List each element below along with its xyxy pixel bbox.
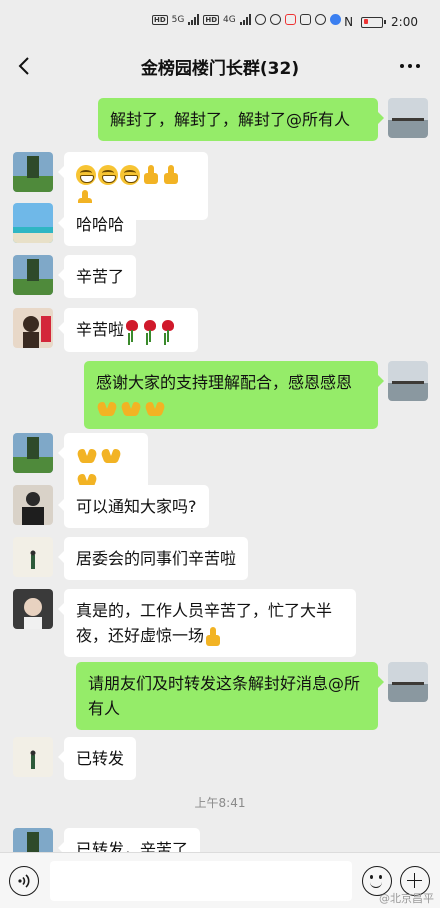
member-avatar[interactable] [13, 589, 53, 629]
minimal-figure-avatar [13, 737, 53, 777]
notification-icon [284, 14, 296, 25]
signal-icon-2 [239, 14, 251, 25]
network-5g-label: 5G [171, 14, 185, 25]
hd-badge: HD [152, 14, 168, 25]
more-icon-dot [408, 64, 412, 68]
minimal-figure-avatar [13, 537, 53, 577]
pray-emoji [120, 400, 142, 418]
member-avatar[interactable] [13, 255, 53, 295]
my-avatar[interactable] [388, 662, 428, 702]
member-avatar[interactable] [13, 203, 53, 243]
beach-avatar [13, 203, 53, 243]
message-text: 解封了，解封了，解封了@所有人 [110, 110, 351, 129]
voice-input-button[interactable] [9, 866, 39, 896]
wifi-icon [254, 14, 266, 25]
member-avatar[interactable] [13, 485, 53, 525]
pray-emoji [144, 400, 166, 418]
chevron-left-icon [18, 57, 29, 75]
trees-field-avatar [13, 433, 53, 473]
record-icon [314, 14, 326, 25]
browser-icon [329, 14, 341, 25]
hd-badge-2: HD [203, 14, 220, 25]
child-avatar [13, 589, 53, 629]
message-bubble-out[interactable]: 解封了，解封了，解封了@所有人 [98, 98, 384, 141]
trees-field-avatar [13, 255, 53, 295]
chat-header: 金榜园楼门长群(32) [0, 44, 440, 88]
message-bubble-in[interactable]: 辛苦了 [57, 255, 137, 298]
message-bubble-in[interactable]: 辛苦啦 [58, 308, 198, 352]
message-text: 居委会的同事们辛苦啦 [76, 549, 237, 568]
clock: 2:00 [391, 15, 418, 29]
more-icon-dot [400, 64, 404, 68]
lake-sunset-avatar [388, 98, 428, 138]
app-icon [299, 14, 311, 25]
person-dark-avatar [13, 485, 53, 525]
back-button[interactable] [10, 52, 38, 80]
member-avatar[interactable] [13, 737, 53, 777]
message-text: 辛苦啦 [76, 320, 125, 339]
message-text: 哈哈哈 [76, 215, 125, 234]
message-bubble-in[interactable]: 已转发 [57, 737, 137, 780]
thumbs-up-emoji [162, 164, 180, 185]
nfc-icon: N [344, 15, 354, 29]
grin-emoji [120, 164, 140, 185]
my-avatar[interactable] [388, 361, 428, 401]
message-input[interactable] [50, 861, 352, 901]
grin-emoji [98, 164, 118, 185]
more-icon-dot [416, 64, 420, 68]
watermark: @北京昌平 [379, 892, 434, 905]
trees-field-avatar [13, 152, 53, 192]
my-avatar[interactable] [388, 98, 428, 138]
member-avatar[interactable] [13, 308, 53, 348]
message-bubble-in[interactable]: 可以通知大家吗? [58, 485, 209, 528]
lake-sunset-avatar [388, 361, 428, 401]
thumbs-up-emoji [142, 164, 160, 185]
pray-emoji [76, 447, 98, 465]
member-avatar[interactable] [13, 537, 53, 577]
signal-icon [188, 14, 200, 25]
voice-icon [18, 874, 30, 888]
message-bubble-in[interactable]: 居委会的同事们辛苦啦 [57, 537, 249, 580]
wechat-icon [269, 14, 281, 25]
chat-title: 金榜园楼门长群(32) [140, 58, 300, 79]
thumbs-up-emoji [204, 626, 222, 647]
message-text: 可以通知大家吗? [76, 497, 197, 516]
status-bar: HD 5G HD 4G N 2:00 [0, 0, 440, 48]
member-avatar[interactable] [13, 152, 53, 192]
message-text: 辛苦了 [76, 267, 125, 286]
more-options-button[interactable] [396, 54, 424, 78]
rose-emoji [160, 319, 176, 343]
battery-icon [361, 16, 387, 28]
lake-sunset-avatar [388, 662, 428, 702]
message-bubble-in[interactable]: 真是的，工作人员辛苦了，忙了大半夜，还好虚惊一场 [58, 589, 356, 657]
message-bubble-in[interactable]: 哈哈哈 [57, 203, 137, 246]
status-left-icons: HD 5G HD 4G [152, 14, 341, 25]
message-text: 请朋友们及时转发这条解封好消息@所有人 [88, 674, 361, 718]
message-bubble-out[interactable]: 感谢大家的支持理解配合，感恩感恩 [84, 361, 384, 429]
pray-emoji [96, 400, 118, 418]
pray-emoji [100, 447, 122, 465]
girl-red-avatar [13, 308, 53, 348]
status-right-icons: N 2:00 [344, 15, 418, 29]
input-bar [0, 852, 440, 908]
rose-emoji [124, 319, 140, 343]
rose-emoji [142, 319, 158, 343]
message-text: 已转发 [76, 749, 125, 768]
network-4g-label: 4G [223, 14, 236, 25]
grin-emoji [76, 164, 96, 185]
message-text: 感谢大家的支持理解配合，感恩感恩 [96, 373, 353, 392]
message-bubble-out[interactable]: 请朋友们及时转发这条解封好消息@所有人 [76, 662, 384, 730]
message-timestamp: 上午8:41 [194, 796, 246, 810]
member-avatar[interactable] [13, 433, 53, 473]
